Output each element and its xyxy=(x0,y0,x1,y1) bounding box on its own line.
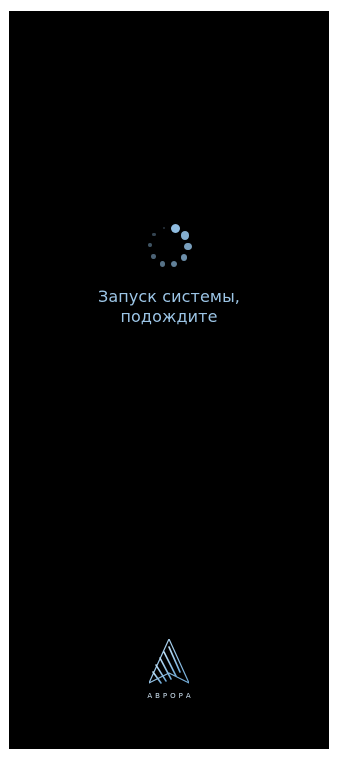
spinner-dot xyxy=(180,231,189,240)
aurora-logo-icon xyxy=(149,639,189,684)
boot-status-text: Запуск системы, подождите xyxy=(9,287,329,327)
spinner-dot xyxy=(180,254,188,262)
boot-screen: Запуск системы, подождите АВРОРА xyxy=(9,11,329,749)
spinner-dot xyxy=(162,226,166,229)
status-line-2: подождите xyxy=(120,307,218,326)
spinner-dot xyxy=(152,232,156,236)
spinner-dot xyxy=(184,242,192,251)
spinner-dot xyxy=(159,261,166,267)
spinner-dot xyxy=(171,261,178,268)
spinner-dot xyxy=(170,223,180,233)
spinner-dot xyxy=(150,254,156,259)
brand-name: АВРОРА xyxy=(147,692,194,700)
spinner-dot xyxy=(148,243,152,248)
status-line-1: Запуск системы, xyxy=(98,287,240,306)
